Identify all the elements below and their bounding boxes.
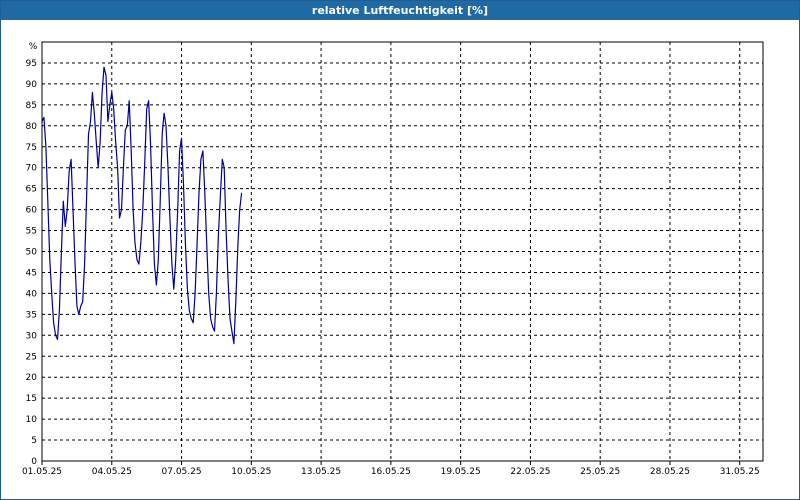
x-tick-label: 04.05.25: [92, 467, 132, 477]
x-tick-label: 28.05.25: [650, 467, 690, 477]
x-tick-label: 25.05.25: [580, 467, 620, 477]
y-tick-label: 95: [26, 59, 37, 69]
x-tick-label: 31.05.25: [720, 467, 760, 477]
x-tick-label: 07.05.25: [162, 467, 202, 477]
humidity-line-chart: 0 5 10 15 20 25 30 35 40 45 50 55 60 65 70 75 80 85 90 95 01…: [22, 41, 764, 477]
y-tick-label: 65: [26, 185, 37, 195]
x-tick-label: 13.05.25: [301, 467, 341, 477]
y-tick-label: 45: [26, 268, 37, 278]
y-tick-label: 50: [26, 248, 38, 258]
grid: [42, 42, 763, 461]
y-tick-label: 10: [26, 415, 38, 425]
x-tick-label: 01.05.25: [22, 467, 62, 477]
window-title: relative Luftfeuchtigkeit [%]: [1, 1, 799, 20]
humidity-series-line: [41, 66, 243, 345]
x-tick-label: 19.05.25: [441, 467, 481, 477]
chart-window: relative Luftfeuchtigkeit [%] 0 5 10 15 20 25…: [0, 0, 800, 500]
y-tick-label: 70: [26, 164, 38, 174]
y-tick-label: 60: [26, 206, 38, 216]
y-tick-label: 80: [26, 122, 38, 132]
y-tick-label: 75: [26, 143, 37, 153]
y-tick-label: 20: [26, 373, 38, 383]
y-tick-label: 35: [26, 310, 37, 320]
y-axis-label: %: [29, 42, 38, 52]
y-tick-label: 0: [31, 457, 37, 467]
y-tick-label: 25: [26, 352, 37, 362]
x-tick-label: 16.05.25: [371, 467, 411, 477]
y-tick-label: 15: [26, 394, 37, 404]
x-tick-label: 10.05.25: [231, 467, 271, 477]
y-tick-label: 5: [31, 436, 37, 446]
y-tick-label: 55: [26, 227, 37, 237]
y-tick-label: 40: [26, 289, 38, 299]
y-tick-label: 30: [26, 331, 38, 341]
y-tick-label: 90: [26, 80, 38, 90]
y-tick-label: 85: [26, 101, 37, 111]
x-tick-label: 22.05.25: [510, 467, 550, 477]
